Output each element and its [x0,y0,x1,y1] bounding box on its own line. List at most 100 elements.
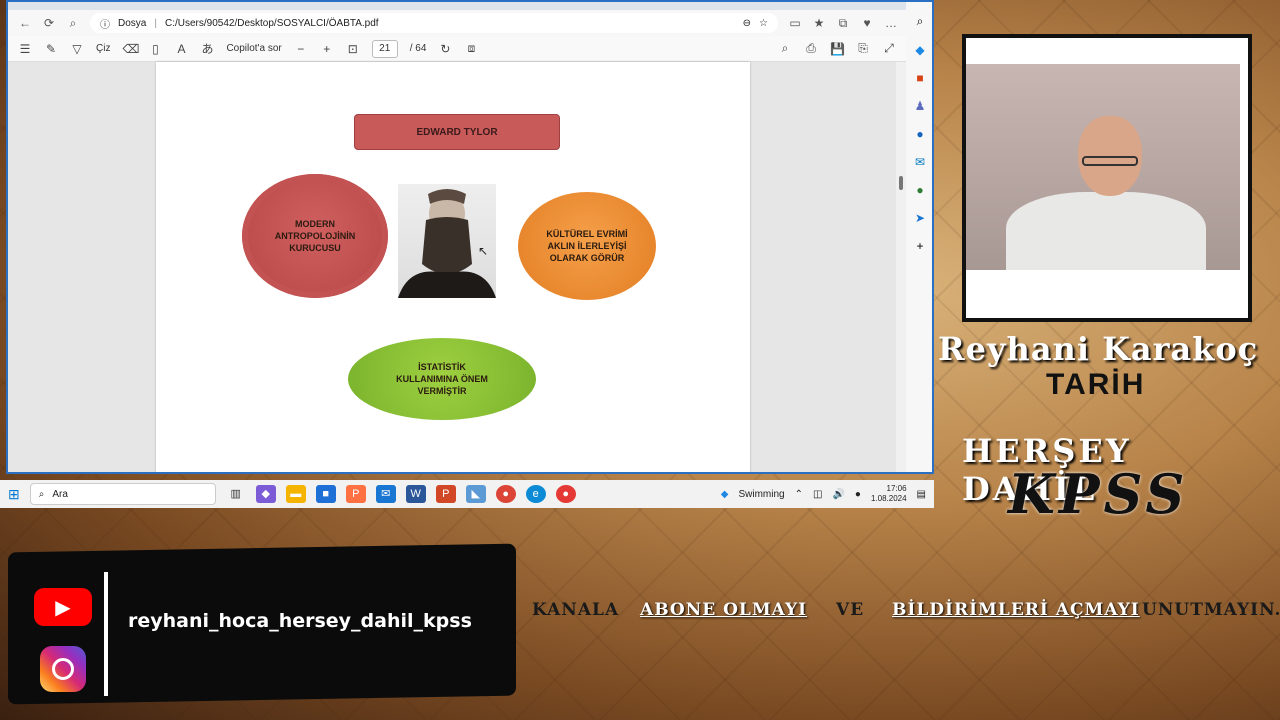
more-menu-icon[interactable]: … [884,16,898,30]
favorites-icon[interactable]: ★ [812,16,826,30]
record-icon[interactable]: ● [555,485,576,503]
eraser-icon[interactable]: ⌫ [122,42,139,56]
social-handle: reyhani_hoca_hersey_dahil_kpss [128,610,472,632]
find-icon[interactable]: ⌕ [778,41,792,56]
presenter-name: Reyhani Karakoç [938,330,1259,368]
read-aloud-icon[interactable]: A [174,42,188,56]
right-cloud: KÜLTÜREL EVRİMİ AKLIN İLERLEYİŞİ OLARAK … [518,192,656,300]
back-icon[interactable]: ← [18,16,32,30]
edge-icon[interactable]: e [525,485,546,503]
store-icon[interactable]: ■ [315,485,336,503]
cta-kanala: KANALA [532,600,620,620]
tylor-portrait [398,184,496,298]
instagram-icon [40,646,86,692]
cta-bildirim: BİLDİRİMLERİ AÇMAYI [892,600,1140,620]
sidebar-add-icon[interactable]: + [916,239,923,253]
windows-taskbar: ⊞ ⌕ Ara ▥ ◆ ▬ ■ P ✉ W P ◣ ● e ● ◆ Swimmi… [0,480,934,508]
powerpoint-icon[interactable]: P [435,485,456,503]
start-icon[interactable]: ⊞ [8,486,20,503]
address-bar[interactable]: ⓘ Dosya | C:/Users/90542/Desktop/SOSYALC… [90,13,778,33]
sidebar-spotify-icon[interactable]: ● [916,183,923,197]
extensions-icon[interactable]: ♥ [860,16,874,30]
sidebar-games-icon[interactable]: ♟ [915,99,926,113]
zoom-icon[interactable]: ⊖ [743,18,751,29]
page-view-icon[interactable]: ▯ [148,42,162,56]
address-label: Dosya [118,17,147,29]
mail-icon[interactable]: ✉ [375,485,396,503]
highlight-icon[interactable]: ✎ [44,42,58,56]
draw-icon[interactable]: ▽ [70,42,84,56]
webcam-feed [966,64,1240,270]
draw-label[interactable]: Çiz [96,43,110,54]
save-icon[interactable]: 💾 [830,42,845,56]
pdf-viewer[interactable]: EDWARD TYLOR MODERN ANTROPOLOJİNİN KURUC… [8,62,896,472]
mic-icon[interactable]: ● [855,489,861,500]
copilot-ask-button[interactable]: Copilot'a sor [226,43,281,54]
sidebar-tag-icon[interactable]: ◆ [915,43,924,57]
total-pages: / 64 [409,43,427,54]
taskbar-search[interactable]: ⌕ Ara [29,483,216,505]
refresh-icon[interactable]: ⟳ [42,16,56,30]
contents-icon[interactable]: ☰ [18,42,32,56]
webcam-frame [962,34,1252,322]
presenter-glasses [1082,156,1138,166]
rotate-icon[interactable]: ↻ [438,42,452,56]
volume-icon[interactable]: 🔊 [832,489,844,500]
fullscreen-icon[interactable]: ⤢ [882,41,896,56]
scrollbar-thumb[interactable] [899,176,903,190]
page-number-input[interactable]: 21 [371,39,398,58]
banner-divider [104,572,108,696]
translate-icon[interactable]: あ [200,40,214,57]
search-icon: ⌕ [38,488,45,500]
layout-icon[interactable]: ⧈ [464,41,478,56]
vertical-scrollbar[interactable] [896,62,906,472]
left-cloud: MODERN ANTROPOLOJİNİN KURUCUSU [242,174,388,298]
kpss-logo: KPSS [1008,462,1189,526]
chrome-icon[interactable]: ● [495,485,516,503]
tab-strip[interactable] [8,2,932,10]
pdf-page: EDWARD TYLOR MODERN ANTROPOLOJİNİN KURUC… [156,62,750,472]
copilot-app-icon[interactable]: ◆ [255,485,276,503]
tray-chevron-icon[interactable]: ⌃ [795,489,803,500]
sidebar-send-icon[interactable]: ➤ [915,211,925,225]
cta-ve: VE [836,600,865,620]
search-placeholder: Ara [52,488,68,500]
cta-unutmayin: UNUTMAYIN. [1142,600,1280,620]
save-as-icon[interactable]: ⎘ [856,41,870,56]
app-icon[interactable]: ◣ [465,485,486,503]
fit-page-icon[interactable]: ⊡ [346,42,360,56]
edge-sidebar: ⌕ ◆ ■ ♟ ● ✉ ● ➤ + [906,2,932,472]
task-view-icon[interactable]: ▥ [226,485,246,503]
file-explorer-icon[interactable]: ▬ [285,485,306,503]
url-text[interactable]: C:/Users/90542/Desktop/SOSYALCI/ÖABTA.pd… [165,18,379,29]
print-icon[interactable]: ⎙ [804,41,818,56]
collections-icon[interactable]: ⧉ [836,16,850,31]
clock[interactable]: 17:06 1.08.2024 [871,484,907,504]
zoom-out-icon[interactable]: − [294,42,308,56]
sidebar-search-icon[interactable]: ⌕ [917,14,924,29]
weather-text[interactable]: Swimming [738,489,784,500]
favorite-star-icon[interactable]: ☆ [759,18,768,29]
address-toolbar: ← ⟳ ⌕ ⓘ Dosya | C:/Users/90542/Desktop/S… [8,10,932,36]
sidebar-office-icon[interactable]: ● [916,127,923,141]
browser-window: ← ⟳ ⌕ ⓘ Dosya | C:/Users/90542/Desktop/S… [6,0,934,474]
weather-icon: ◆ [720,488,729,500]
mouse-cursor-icon: ↖ [478,244,489,258]
notifications-icon[interactable]: ▤ [917,489,926,500]
bottom-cloud: İSTATİSTİK KULLANIMINA ÖNEM VERMİŞTİR [348,338,536,420]
sidebar-outlook-icon[interactable]: ✉ [915,155,925,169]
pdf-toolbar: ☰ ✎ ▽ Çiz ⌫ ▯ A あ Copilot'a sor − + ⊡ 21… [8,36,932,62]
split-screen-icon[interactable]: ▭ [788,16,802,30]
publisher-icon[interactable]: P [345,485,366,503]
word-icon[interactable]: W [405,485,426,503]
info-icon[interactable]: ⓘ [100,16,110,31]
subject-title: TARİH [1046,368,1146,401]
presenter-body [1006,192,1206,270]
search-icon[interactable]: ⌕ [66,16,80,31]
slide-title: EDWARD TYLOR [354,114,560,150]
zoom-in-icon[interactable]: + [320,42,334,56]
youtube-icon: ▶ [34,588,92,626]
sidebar-tools-icon[interactable]: ■ [916,71,923,85]
cta-abone: ABONE OLMAYI [640,600,808,620]
network-icon[interactable]: ◫ [813,489,822,500]
